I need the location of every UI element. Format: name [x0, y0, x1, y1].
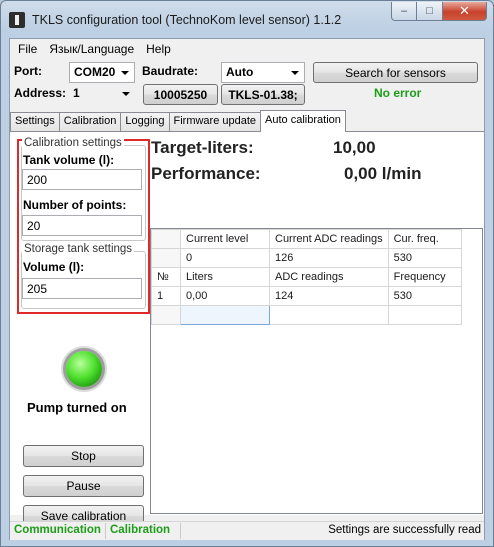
new-row-header-cell	[151, 305, 181, 325]
communication-indicator: Communication	[14, 524, 101, 536]
number-of-points-label: Number of points:	[23, 198, 127, 212]
app-icon	[9, 12, 25, 28]
baudrate-select[interactable]: Auto	[221, 62, 305, 83]
current-level-header: Current level	[180, 229, 270, 249]
menu-bar: File Язык/Language Help	[10, 39, 484, 58]
frequency-cell[interactable]: 530	[387, 286, 462, 306]
table-header-row: № Liters ADC readings Frequency	[151, 267, 462, 287]
table-row[interactable]: 1 0,00 124 530	[151, 286, 462, 306]
number-column-header: №	[151, 267, 181, 287]
title-bar[interactable]: TKLS configuration tool (TechnoKom level…	[1, 1, 493, 37]
performance-value: 0,00 l/min	[344, 164, 422, 183]
chevron-down-icon	[121, 71, 129, 75]
tab-auto-calibration[interactable]: Auto calibration	[260, 110, 346, 132]
maximize-icon: □	[426, 5, 433, 17]
performance-label: Performance:	[151, 164, 261, 183]
adc-column-header: ADC readings	[269, 267, 389, 287]
address-label: Address:	[14, 86, 67, 100]
calibration-settings-title: Calibration settings	[22, 137, 124, 149]
current-level-value: 0	[180, 248, 270, 268]
search-sensors-button[interactable]: Search for sensors	[313, 62, 478, 83]
pause-button[interactable]: Pause	[23, 475, 144, 497]
tab-bar: Settings Calibration Logging Firmware up…	[10, 110, 346, 132]
tab-firmware-update[interactable]: Firmware update	[168, 112, 262, 132]
storage-volume-label: Volume (l):	[23, 260, 85, 274]
status-separator	[105, 523, 106, 539]
baudrate-value: Auto	[226, 65, 254, 79]
adc-cell[interactable]: 124	[269, 286, 389, 306]
new-row-selected-cell[interactable]	[180, 305, 270, 325]
current-adc-header: Current ADC readings	[269, 229, 389, 249]
menu-language[interactable]: Язык/Language	[43, 42, 140, 56]
current-header-row: Current level Current ADC readings Cur. …	[151, 229, 462, 249]
connection-status: No error	[374, 86, 422, 100]
auto-calibration-panel: Calibration settings Tank volume (l): 20…	[10, 131, 484, 527]
pump-status-led	[66, 351, 102, 387]
current-values-row: 0 126 530	[151, 248, 462, 268]
new-row-cell[interactable]	[387, 305, 462, 325]
close-icon: ✕	[459, 3, 470, 18]
calibration-grid: Current level Current ADC readings Cur. …	[151, 229, 462, 325]
tank-volume-label: Tank volume (l):	[23, 153, 115, 167]
status-bar: Communication Calibration Settings are s…	[10, 521, 484, 540]
chevron-down-icon	[291, 71, 299, 75]
client-area: File Язык/Language Help Port: COM20 Baud…	[9, 38, 485, 540]
firmware-version-button[interactable]: TKLS-01.38;	[221, 84, 305, 105]
number-of-points-input[interactable]: 20	[22, 215, 142, 236]
row-number-cell[interactable]: 1	[151, 286, 181, 306]
target-liters-label: Target-liters:	[151, 138, 254, 157]
liters-column-header: Liters	[180, 267, 270, 287]
menu-file[interactable]: File	[12, 42, 43, 56]
close-button[interactable]: ✕	[443, 2, 487, 21]
calibration-indicator: Calibration	[110, 524, 171, 536]
tab-logging[interactable]: Logging	[120, 112, 169, 132]
tab-settings[interactable]: Settings	[10, 112, 59, 132]
grid-row-header-cell	[151, 248, 181, 268]
current-freq-value: 530	[387, 248, 462, 268]
storage-volume-input[interactable]: 205	[22, 278, 142, 299]
menu-help[interactable]: Help	[140, 42, 177, 56]
tab-calibration[interactable]: Calibration	[58, 112, 121, 132]
current-freq-header: Cur. freq.	[387, 229, 462, 249]
tank-volume-input[interactable]: 200	[22, 169, 142, 190]
table-new-row[interactable]	[151, 305, 462, 325]
storage-tank-settings-title: Storage tank settings	[22, 243, 135, 255]
target-liters-value: 10,00	[333, 138, 376, 157]
chevron-down-icon	[122, 92, 130, 96]
baudrate-label: Baudrate:	[142, 64, 199, 78]
address-value: 1	[73, 86, 80, 100]
minimize-button[interactable]: ‒	[391, 2, 417, 21]
port-select[interactable]: COM20	[69, 62, 135, 83]
grid-corner-cell	[151, 229, 181, 249]
frequency-column-header: Frequency	[387, 267, 462, 287]
serial-number-button[interactable]: 10005250	[143, 84, 218, 105]
maximize-button[interactable]: □	[417, 2, 443, 21]
pump-status-text: Pump turned on	[27, 400, 127, 415]
stop-button[interactable]: Stop	[23, 445, 144, 467]
port-label: Port:	[14, 64, 42, 78]
app-window: TKLS configuration tool (TechnoKom level…	[0, 0, 494, 547]
address-select[interactable]: 1	[69, 84, 135, 105]
minimize-icon: ‒	[400, 5, 408, 17]
window-title: TKLS configuration tool (TechnoKom level…	[32, 13, 342, 27]
status-message: Settings are successfully read	[328, 524, 481, 536]
port-value: COM20	[74, 65, 116, 79]
current-adc-value: 126	[269, 248, 389, 268]
liters-cell[interactable]: 0,00	[180, 286, 270, 306]
status-separator	[180, 523, 181, 539]
calibration-table[interactable]: Current level Current ADC readings Cur. …	[150, 228, 483, 514]
new-row-cell[interactable]	[269, 305, 389, 325]
